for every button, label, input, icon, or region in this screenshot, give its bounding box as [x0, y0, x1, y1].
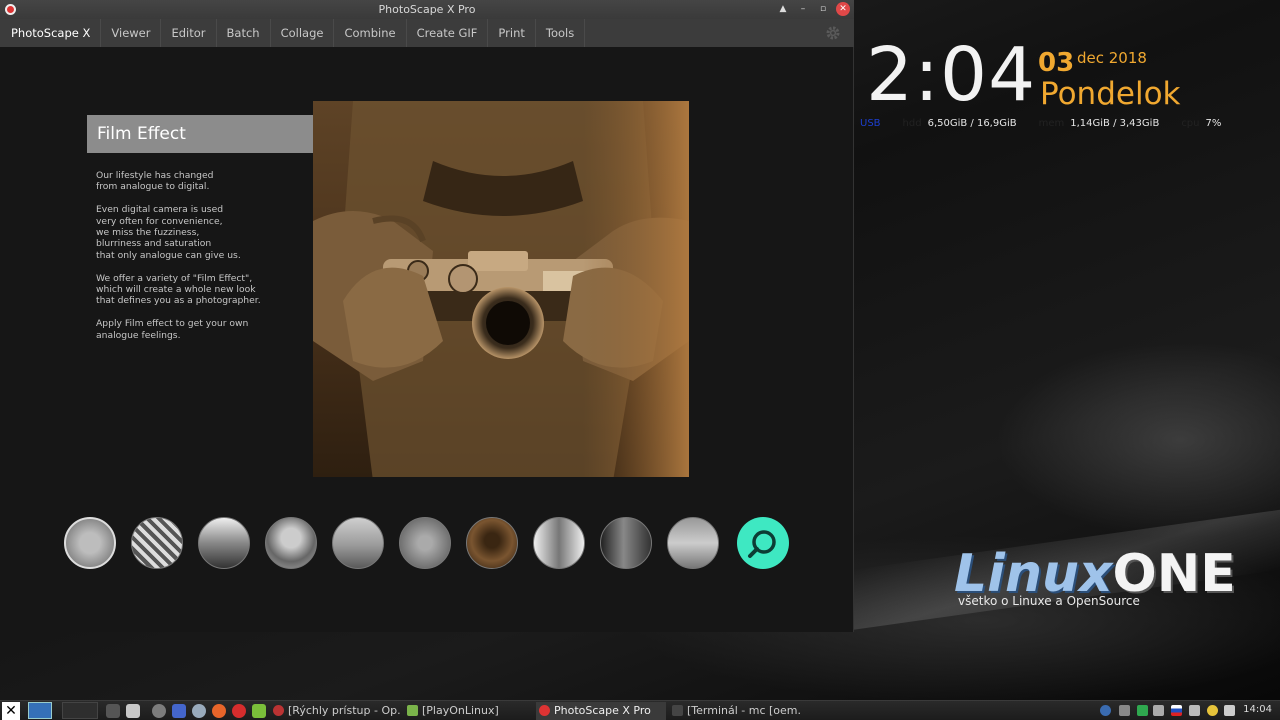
flag-launcher-icon[interactable]	[172, 704, 186, 718]
logo-subtitle: všetko o Linuxe a OpenSource	[958, 594, 1140, 608]
photoscape-icon	[539, 705, 550, 716]
taskbar-clock: 14:04	[1243, 704, 1272, 715]
thumbnail-5[interactable]	[332, 517, 384, 569]
chrome-launcher-icon[interactable]	[252, 704, 266, 718]
taskbar: ✕ [Rýchly prístup - Op... [PlayOnLinux] …	[0, 700, 1280, 720]
thumbnail-4[interactable]	[265, 517, 317, 569]
clock-month-year: dec 2018	[1077, 49, 1147, 67]
thumbnail-2[interactable]	[131, 517, 183, 569]
tab-print[interactable]: Print	[488, 19, 536, 47]
tab-tools[interactable]: Tools	[536, 19, 586, 47]
description-paragraph: Apply Film effect to get your own analogu…	[96, 318, 296, 341]
main-menu: PhotoScape X Viewer Editor Batch Collage…	[0, 19, 854, 47]
task-terminal[interactable]: [Terminál - mc [oem...	[669, 702, 801, 720]
opera-launcher-icon[interactable]	[232, 704, 246, 718]
close-button[interactable]: ✕	[836, 2, 850, 16]
terminal-icon	[672, 705, 683, 716]
description-line: We offer a variety of "Film Effect",	[96, 272, 253, 284]
app-icon[interactable]	[5, 4, 16, 15]
clip-icon[interactable]	[1153, 705, 1164, 716]
thumbnail-8[interactable]	[533, 517, 585, 569]
cpu-label: cpu	[1181, 118, 1200, 129]
gear-icon[interactable]	[825, 25, 841, 41]
task-label: PhotoScape X Pro	[554, 704, 651, 717]
window-title: PhotoScape X Pro	[378, 3, 476, 16]
settings-launcher-icon[interactable]	[192, 704, 206, 718]
mem-value: 1,14GiB / 3,43GiB	[1070, 118, 1160, 129]
task-label: [PlayOnLinux]	[422, 704, 499, 717]
task-label: [Terminál - mc [oem...	[687, 704, 801, 717]
thumbnail-10[interactable]	[667, 517, 719, 569]
description-line: Apply Film effect to get your own	[96, 318, 249, 330]
thumbnail-7[interactable]	[466, 517, 518, 569]
description-line: which will create a whole new look	[96, 284, 256, 296]
feature-heading: Film Effect	[87, 115, 333, 153]
update-icon[interactable]	[1207, 705, 1218, 716]
description-line: from analogue to digital.	[96, 181, 210, 193]
task-label: [Rýchly prístup - Op...	[288, 704, 400, 717]
description-line: we miss the fuzziness,	[96, 227, 200, 239]
folder-icon	[273, 705, 284, 716]
description-line: that only analogue can give us.	[96, 249, 241, 261]
eject-icon[interactable]	[1224, 705, 1235, 716]
system-monitor: USB hdd 6,50GiB / 16,9GiB mem 1,14GiB / …	[860, 118, 1221, 129]
workspace-2-button[interactable]	[62, 702, 98, 719]
firefox-launcher-icon[interactable]	[212, 704, 226, 718]
tab-photoscape-x[interactable]: PhotoScape X	[0, 19, 102, 47]
task-photoscape[interactable]: PhotoScape X Pro	[536, 702, 666, 720]
effect-thumbnails	[64, 517, 794, 569]
linuxone-logo: LinuxONE	[954, 544, 1236, 604]
photoscape-window: PhotoScape X Pro ▲ – ▫ ✕ PhotoScape X Vi…	[0, 0, 854, 632]
description-line: Even digital camera is used	[96, 204, 224, 216]
description-line: analogue feelings.	[96, 329, 181, 341]
start-menu-button[interactable]: ✕	[2, 702, 20, 720]
cpu-value: 7%	[1205, 118, 1222, 129]
feature-description: Our lifestyle has changed from analogue t…	[96, 170, 296, 352]
description-paragraph: We offer a variety of "Film Effect", whic…	[96, 273, 296, 307]
hdd-label: hdd	[902, 118, 922, 129]
thumbnail-3[interactable]	[198, 517, 250, 569]
more-effects-button[interactable]	[737, 517, 789, 569]
tab-create-gif[interactable]: Create GIF	[407, 19, 489, 47]
keep-above-button[interactable]: ▲	[776, 2, 790, 16]
description-line: Our lifestyle has changed	[96, 170, 214, 181]
task-playonlinux[interactable]: [PlayOnLinux]	[404, 702, 530, 720]
task-file-manager[interactable]: [Rýchly prístup - Op...	[270, 702, 400, 720]
clock-day: 03	[1038, 48, 1075, 78]
usb-label: USB	[860, 118, 881, 129]
mem-label: mem	[1038, 118, 1065, 129]
thumbnail-6[interactable]	[399, 517, 451, 569]
description-paragraph: Even digital camera is used very often fo…	[96, 204, 296, 261]
playonlinux-icon	[407, 705, 418, 716]
tab-viewer[interactable]: Viewer	[101, 19, 162, 47]
description-line: blurriness and saturation	[96, 238, 212, 250]
shield-icon[interactable]	[1137, 705, 1148, 716]
title-bar[interactable]: PhotoScape X Pro ▲ – ▫ ✕	[0, 0, 854, 19]
network-icon[interactable]	[1100, 705, 1111, 716]
terminal-launcher-icon[interactable]	[106, 704, 120, 718]
feature-image	[313, 101, 689, 477]
minimize-button[interactable]: –	[796, 2, 810, 16]
tab-batch[interactable]: Batch	[217, 19, 271, 47]
volume-icon[interactable]	[1189, 705, 1200, 716]
hdd-value: 6,50GiB / 16,9GiB	[927, 118, 1017, 129]
tab-collage[interactable]: Collage	[271, 19, 335, 47]
description-line: very often for convenience,	[96, 215, 223, 227]
display-icon[interactable]	[1119, 705, 1130, 716]
files-launcher-icon[interactable]	[126, 704, 140, 718]
flag-icon[interactable]	[1171, 705, 1182, 716]
tab-combine[interactable]: Combine	[334, 19, 407, 47]
maximize-button[interactable]: ▫	[816, 2, 830, 16]
thumbnail-9[interactable]	[600, 517, 652, 569]
clock-time: 2:04	[866, 32, 1037, 118]
workspace-1-button[interactable]	[28, 702, 52, 719]
description-line: that defines you as a photographer.	[96, 295, 261, 307]
thumbnail-1[interactable]	[64, 517, 116, 569]
description-paragraph: Our lifestyle has changed from analogue t…	[96, 170, 296, 193]
browser-launcher-icon[interactable]	[152, 704, 166, 718]
search-icon	[748, 530, 776, 558]
clock-weekday: Pondelok	[1040, 76, 1181, 112]
tab-editor[interactable]: Editor	[161, 19, 217, 47]
window-controls: ▲ – ▫ ✕	[776, 2, 850, 16]
